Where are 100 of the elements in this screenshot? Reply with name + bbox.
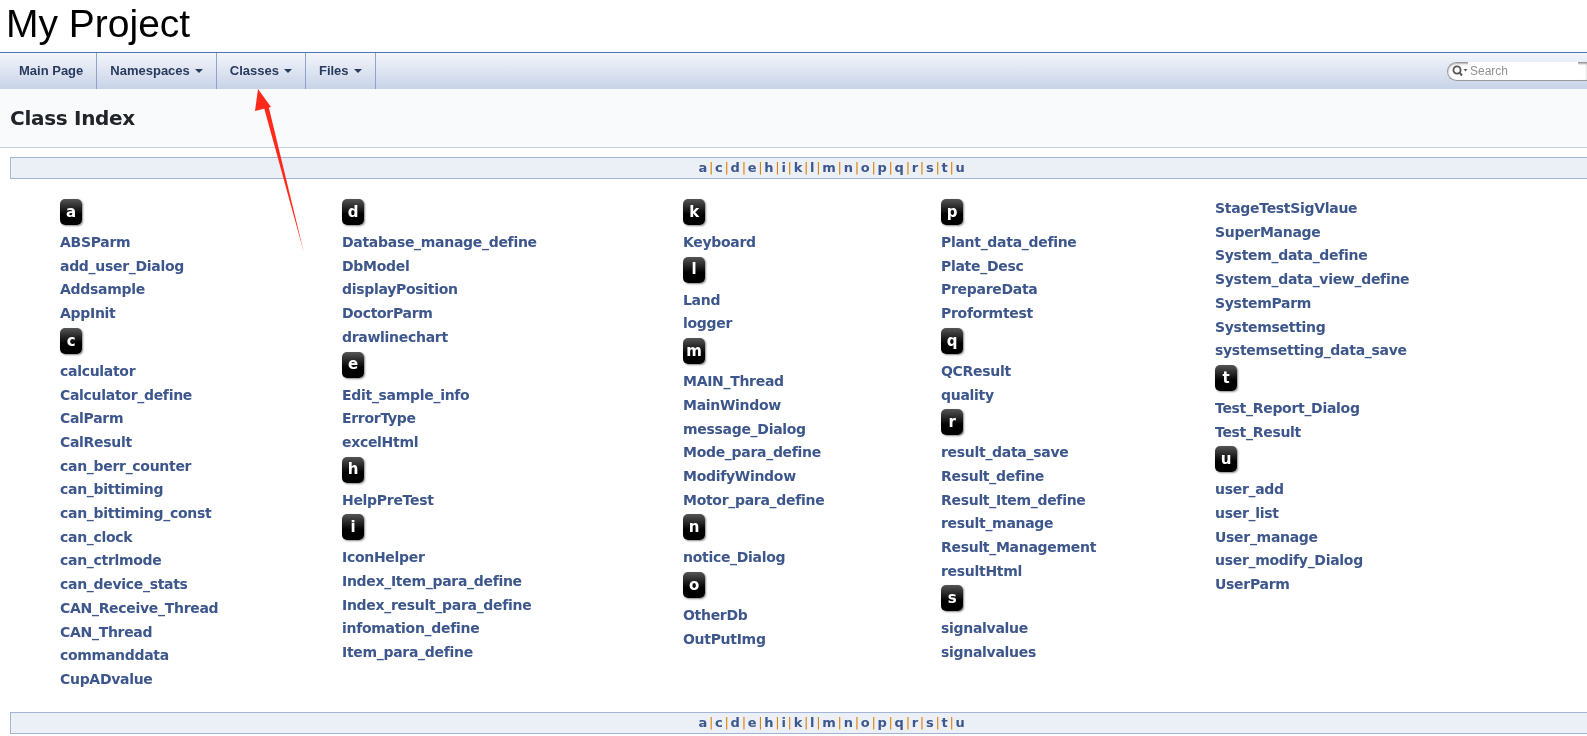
class-link[interactable]: UserParm [1215,573,1290,597]
class-link[interactable]: CalResult [60,430,132,455]
class-link[interactable]: systemsetting_data_save [1215,339,1407,363]
class-link[interactable]: calculator [60,359,136,384]
letter-link[interactable]: o [860,715,870,730]
class-link[interactable]: CAN_Thread [60,620,153,645]
letter-link[interactable]: h [764,160,774,175]
class-link[interactable]: AppInit [60,302,116,326]
letter-link[interactable]: a [698,160,707,175]
class-link[interactable]: QCResult [941,359,1011,384]
class-link[interactable]: commanddata [60,644,169,668]
letter-link[interactable]: d [730,715,740,730]
class-link[interactable]: Item_para_define [342,641,473,665]
letter-link[interactable]: l [810,715,815,730]
class-link[interactable]: DbModel [342,254,410,279]
class-link[interactable]: OutPutImg [683,627,766,652]
class-link[interactable]: can_device_stats [60,573,188,597]
class-link[interactable]: Proformtest [941,302,1033,326]
letter-link[interactable]: r [911,160,918,175]
class-link[interactable]: user_list [1215,502,1279,526]
letter-link[interactable]: e [747,715,757,730]
letter-link[interactable]: p [877,715,887,730]
class-link[interactable]: Result_Item_define [941,488,1086,513]
class-link[interactable]: Mode_para_define [683,441,821,465]
letter-link[interactable]: e [747,160,757,175]
class-link[interactable]: notice_Dialog [683,546,786,571]
letter-link[interactable]: q [894,715,904,730]
class-link[interactable]: System_data_define [1215,244,1368,269]
letter-link[interactable]: h [764,715,774,730]
letter-link[interactable]: t [941,160,948,175]
class-link[interactable]: System_data_view_define [1215,268,1410,292]
letter-link[interactable]: n [843,160,853,175]
class-link[interactable]: excelHtml [342,430,419,455]
class-link[interactable]: infomation_define [342,617,480,642]
class-link[interactable]: Keyboard [683,231,756,255]
class-link[interactable]: CupADvalue [60,667,153,692]
class-link[interactable]: can_bittiming [60,478,164,503]
class-link[interactable]: Result_Management [941,536,1097,560]
letter-link[interactable]: m [822,715,836,730]
class-link[interactable]: OtherDb [683,604,748,628]
class-link[interactable]: MAIN_Thread [683,370,784,394]
class-link[interactable]: user_modify_Dialog [1215,549,1363,574]
class-link[interactable]: add_user_Dialog [60,254,184,279]
class-link[interactable]: Motor_para_define [683,488,825,513]
class-link[interactable]: Index_Item_para_define [342,570,522,594]
letter-link[interactable]: q [894,160,904,175]
class-link[interactable]: ABSParm [60,231,131,255]
letter-link[interactable]: c [715,160,723,175]
letter-link[interactable]: p [877,160,887,175]
class-link[interactable]: Plate_Desc [941,254,1024,279]
class-link[interactable]: message_Dialog [683,417,806,442]
class-link[interactable]: PrepareData [941,278,1038,303]
class-link[interactable]: Systemsetting [1215,315,1326,340]
class-link[interactable]: Test_Result [1215,420,1301,445]
letter-link[interactable]: n [843,715,853,730]
search-icon[interactable] [1452,65,1468,77]
class-link[interactable]: Database_manage_define [342,231,537,255]
class-link[interactable]: signalvalue [941,617,1028,642]
search-field[interactable]: Search [1447,61,1587,81]
class-link[interactable]: signalvalues [941,641,1036,665]
class-link[interactable]: result_manage [941,512,1054,537]
class-link[interactable]: MainWindow [683,393,781,418]
class-link[interactable]: Index_result_para_define [342,593,532,618]
class-link[interactable]: SystemParm [1215,291,1312,316]
letter-link[interactable]: c [715,715,723,730]
letter-link[interactable]: i [781,715,786,730]
class-link[interactable]: DoctorParm [342,302,433,326]
class-link[interactable]: can_clock [60,525,133,550]
class-link[interactable]: can_bittiming_const [60,502,212,526]
class-link[interactable]: drawlinechart [342,325,448,350]
class-link[interactable]: HelpPreTest [342,488,434,513]
class-link[interactable]: resultHtml [941,559,1022,584]
letter-link[interactable]: r [911,715,918,730]
class-link[interactable]: logger [683,312,733,337]
class-link[interactable]: Land [683,288,721,313]
class-link[interactable]: Result_define [941,464,1045,489]
class-link[interactable]: CAN_Receive_Thread [60,596,219,621]
letter-link[interactable]: t [941,715,948,730]
class-link[interactable]: ErrorType [342,407,416,431]
class-link[interactable]: quality [941,383,994,408]
class-link[interactable]: Plant_data_define [941,231,1077,255]
letter-link[interactable]: o [860,160,870,175]
class-link[interactable]: IconHelper [342,546,425,571]
letter-link[interactable]: u [955,715,965,730]
letter-link[interactable]: u [955,160,965,175]
class-link[interactable]: User_manage [1215,525,1318,550]
class-link[interactable]: Test_Report_Dialog [1215,396,1360,421]
class-link[interactable]: can_ctrlmode [60,549,162,574]
class-link[interactable]: ModifyWindow [683,464,796,489]
class-link[interactable]: Calculator_define [60,383,192,408]
letter-link[interactable]: s [925,715,934,730]
class-link[interactable]: result_data_save [941,441,1069,465]
class-link[interactable]: Addsample [60,278,145,303]
letter-link[interactable]: a [698,715,707,730]
letter-link[interactable]: d [730,160,740,175]
letter-link[interactable]: k [793,160,802,175]
letter-link[interactable]: k [793,715,802,730]
class-link[interactable]: SuperManage [1215,220,1321,245]
class-link[interactable]: user_add [1215,478,1284,503]
class-link[interactable]: CalParm [60,407,124,431]
